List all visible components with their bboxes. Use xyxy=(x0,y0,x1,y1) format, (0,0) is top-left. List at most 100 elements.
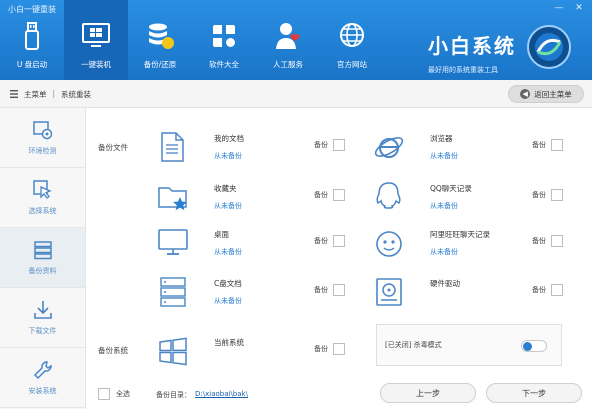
item-status-link[interactable]: 从未备份 xyxy=(430,201,458,211)
breadcrumb: 主菜单 | 系统重装 xyxy=(24,89,91,100)
sidebar-item-label: 安装系统 xyxy=(28,387,57,395)
breadcrumb-bar: 主菜单 | 系统重装 ◀ 返回主菜单 xyxy=(0,80,592,108)
item-name: 收藏夹 xyxy=(214,184,237,193)
next-step-button[interactable]: 下一步 xyxy=(486,383,582,403)
checkbox[interactable] xyxy=(333,139,345,151)
checkbox[interactable] xyxy=(551,284,563,296)
antivirus-mode-toggle[interactable] xyxy=(521,340,547,352)
item-status-link[interactable]: 从未备份 xyxy=(214,201,242,211)
select-all-checkbox[interactable]: 全选 xyxy=(98,388,130,400)
checkbox[interactable] xyxy=(333,235,345,247)
brand-logo-icon xyxy=(527,25,571,69)
checkbox[interactable] xyxy=(333,343,345,355)
sidebar-item-install[interactable]: 安装系统 xyxy=(0,348,85,408)
breadcrumb-home[interactable]: 主菜单 xyxy=(24,89,47,100)
backup-label: 备份 xyxy=(532,141,546,149)
backup-item-desktop: 桌面 从未备份 备份 xyxy=(156,226,356,266)
back-to-main-button[interactable]: ◀ 返回主菜单 xyxy=(508,85,584,103)
backup-checkbox-browser[interactable]: 备份 xyxy=(532,139,563,151)
desktop-monitor-icon xyxy=(158,229,188,255)
backup-checkbox-wangwang-chat[interactable]: 备份 xyxy=(532,235,563,247)
nav-official-site[interactable]: 官方网站 xyxy=(320,0,384,80)
nav-label: U 盘启动 xyxy=(16,60,48,69)
backup-label: 备份 xyxy=(314,345,328,353)
checkbox[interactable] xyxy=(333,284,345,296)
database-icon xyxy=(149,23,174,49)
backup-item-browser: 浏览器 从未备份 备份 xyxy=(372,130,572,170)
checkbox[interactable] xyxy=(551,235,563,247)
section-label-files: 备份文件 xyxy=(98,143,128,152)
item-status-link[interactable]: 从未备份 xyxy=(214,247,242,257)
backup-checkbox-qq-chat[interactable]: 备份 xyxy=(532,189,563,201)
backup-item-current-system: 当前系统 备份 xyxy=(156,334,356,374)
backup-item-hardware-drivers: 硬件驱动 备份 xyxy=(372,275,572,315)
nav-label: 官方网站 xyxy=(337,60,367,69)
nav-software[interactable]: 软件大全 xyxy=(192,0,256,80)
qq-icon xyxy=(376,182,401,209)
nav-one-click-install[interactable]: 一键装机 xyxy=(64,0,128,80)
menu-icon xyxy=(10,90,18,98)
backup-checkbox-my-documents[interactable]: 备份 xyxy=(314,139,345,151)
wangwang-icon xyxy=(376,231,402,257)
nav-label: 备份/还原 xyxy=(143,60,177,69)
antivirus-mode-label: [已关闭] 杀毒模式 xyxy=(385,341,442,349)
backup-directory: 备份目录： D:\xiaobai\bak\ xyxy=(156,390,248,400)
nav-backup-restore[interactable]: 备份/还原 xyxy=(128,0,192,80)
close-button[interactable]: ✕ xyxy=(572,2,586,14)
checkbox[interactable] xyxy=(98,388,110,400)
minimize-button[interactable]: — xyxy=(552,2,566,14)
item-status-link[interactable]: 从未备份 xyxy=(214,151,242,161)
window-controls: — ✕ xyxy=(552,2,586,14)
env-check-icon xyxy=(32,121,52,140)
backup-item-wangwang-chat: 阿里旺旺聊天记录 从未备份 备份 xyxy=(372,226,572,266)
brand-name: 小白系统 xyxy=(428,34,516,58)
backup-label: 备份 xyxy=(314,237,328,245)
wrench-icon xyxy=(33,361,52,380)
checkbox[interactable] xyxy=(551,189,563,201)
sidebar-item-label: 下载文件 xyxy=(28,327,57,335)
item-status-link[interactable]: 从未备份 xyxy=(430,151,458,161)
sidebar-item-label: 选择系统 xyxy=(28,207,57,215)
item-status-link[interactable]: 从未备份 xyxy=(214,296,242,306)
backup-label: 备份 xyxy=(532,237,546,245)
backup-checkbox-desktop[interactable]: 备份 xyxy=(314,235,345,247)
brand-slogan: 最好用的系统重装工具 xyxy=(428,66,498,74)
item-name: 桌面 xyxy=(214,230,229,239)
backup-dir-label: 备份目录： xyxy=(156,391,191,399)
nav-human-service[interactable]: 人工服务 xyxy=(256,0,320,80)
backup-item-favorites: 收藏夹 从未备份 备份 xyxy=(156,180,356,220)
backup-checkbox-hardware-drivers[interactable]: 备份 xyxy=(532,284,563,296)
checkbox[interactable] xyxy=(333,189,345,201)
sidebar-item-backup-data[interactable]: 备份资料 xyxy=(0,228,85,288)
item-name: 硬件驱动 xyxy=(430,279,460,288)
windows-logo-icon xyxy=(159,337,187,366)
window-title: 小白一键重装 xyxy=(8,5,56,14)
backup-label: 备份 xyxy=(314,286,328,294)
item-name: 浏览器 xyxy=(430,134,453,143)
item-status-link[interactable]: 从未备份 xyxy=(430,247,458,257)
person-service-icon xyxy=(276,23,300,49)
checkbox[interactable] xyxy=(551,139,563,151)
ie-browser-icon xyxy=(374,137,404,158)
backup-item-qq-chat: QQ聊天记录 从未备份 备份 xyxy=(372,180,572,220)
backup-checkbox-c-drive-docs[interactable]: 备份 xyxy=(314,284,345,296)
prev-step-button[interactable]: 上一步 xyxy=(380,383,476,403)
brand: 小白系统 最好用的系统重装工具 xyxy=(428,30,516,75)
nav-label: 一键装机 xyxy=(81,60,111,69)
back-arrow-icon: ◀ xyxy=(520,89,531,99)
backup-dir-link[interactable]: D:\xiaobai\bak\ xyxy=(195,390,248,400)
sidebar-item-env-check[interactable]: 环境检测 xyxy=(0,108,85,168)
backup-label: 备份 xyxy=(532,191,546,199)
backup-checkbox-current-system[interactable]: 备份 xyxy=(314,343,345,355)
download-icon xyxy=(33,301,52,319)
sidebar-item-select-system[interactable]: 选择系统 xyxy=(0,168,85,228)
backup-checkbox-favorites[interactable]: 备份 xyxy=(314,189,345,201)
backup-label: 备份 xyxy=(314,141,328,149)
cursor-select-icon xyxy=(32,180,52,199)
sidebar-item-download[interactable]: 下载文件 xyxy=(0,288,85,348)
drive-c-icon xyxy=(160,277,186,307)
backup-item-my-documents: 我的文档 从未备份 备份 xyxy=(156,130,356,170)
back-button-label: 返回主菜单 xyxy=(534,89,572,99)
nav-label: 软件大全 xyxy=(209,60,239,69)
item-name: QQ聊天记录 xyxy=(430,184,472,193)
